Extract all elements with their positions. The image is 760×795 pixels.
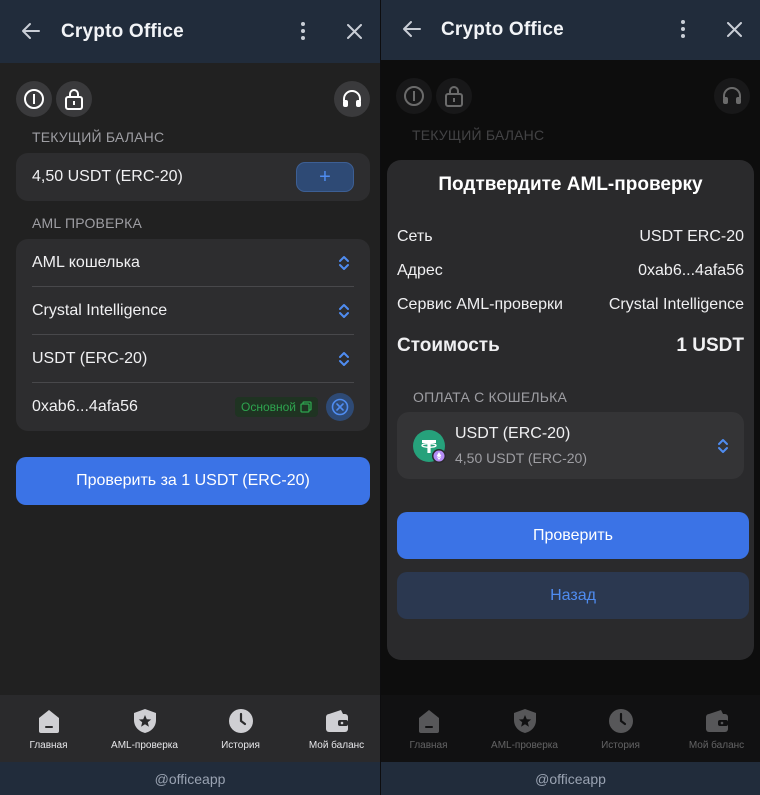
payment-wallet-select[interactable]: USDT (ERC-20) 4,50 USDT (ERC-20)	[397, 412, 744, 479]
confirm-screen: Crypto Office ТЕКУЩИЙ БАЛАНС Главная AML…	[381, 0, 760, 795]
chevron-updown-icon[interactable]	[338, 254, 350, 272]
app-header: Crypto Office	[381, 0, 760, 60]
cost-value: 1 USDT	[676, 335, 744, 356]
bottom-nav: Главная AML-проверка История Мой баланс	[0, 695, 380, 762]
payment-label: ОПЛАТА С КОШЕЛЬКА	[413, 389, 568, 405]
cost-key: Стоимость	[397, 335, 500, 356]
close-icon[interactable]	[347, 24, 362, 39]
info-icon	[24, 89, 44, 109]
support-button[interactable]	[334, 81, 370, 117]
main-screen: Crypto Office ТЕКУЩИЙ БАЛАНС 4,50 USDT (…	[0, 0, 380, 795]
wallet-balance: 4,50 USDT (ERC-20)	[455, 450, 588, 466]
more-vertical-icon[interactable]	[298, 21, 308, 41]
main-content: ТЕКУЩИЙ БАЛАНС 4,50 USDT (ERC-20) + AML …	[0, 63, 380, 695]
app-title: Crypto Office	[441, 19, 564, 40]
separator	[32, 382, 354, 383]
app-header: Crypto Office	[0, 0, 380, 63]
balance-label: ТЕКУЩИЙ БАЛАНС	[32, 129, 165, 145]
more-vertical-icon[interactable]	[678, 19, 688, 39]
copy-icon	[300, 401, 312, 413]
app-title: Crypto Office	[61, 21, 184, 42]
address-row: Адрес 0xab6...4afa56	[397, 262, 744, 280]
clear-icon	[331, 398, 349, 416]
home-icon	[38, 710, 59, 733]
aml-type-select[interactable]: AML кошелька	[32, 254, 140, 272]
nav-label: История	[221, 740, 260, 751]
footer: @officeapp	[381, 762, 760, 795]
badge-label: Основной	[241, 400, 297, 414]
tether-icon	[413, 430, 446, 463]
clock-icon	[228, 709, 253, 733]
chevron-updown-icon[interactable]	[717, 437, 729, 455]
back-button[interactable]: Назад	[397, 572, 749, 619]
wallet-icon	[325, 710, 348, 732]
chevron-updown-icon[interactable]	[338, 350, 350, 368]
nav-label: AML-проверка	[111, 740, 178, 751]
network-key: Сеть	[397, 228, 433, 245]
nav-item-balance[interactable]: Мой баланс	[289, 695, 380, 762]
nav-item-home[interactable]: Главная	[1, 695, 96, 762]
nav-item-history[interactable]: История	[193, 695, 288, 762]
nav-label: Мой баланс	[308, 740, 365, 751]
footer: @officeapp	[0, 762, 380, 795]
confirm-aml-modal: Подтвердите AML-проверку Сеть USDT ERC-2…	[387, 160, 754, 660]
network-row: Сеть USDT ERC-20	[397, 228, 744, 246]
network-value: USDT ERC-20	[639, 228, 744, 245]
balance-card: 4,50 USDT (ERC-20) +	[16, 153, 370, 201]
lock-button[interactable]	[56, 81, 92, 117]
confirm-check-button[interactable]: Проверить	[397, 512, 749, 559]
close-icon[interactable]	[727, 22, 742, 37]
service-value: Crystal Intelligence	[608, 296, 744, 313]
primary-badge: Основной	[235, 397, 319, 417]
address-value: 0xab6...4afa56	[638, 262, 744, 279]
nav-label: Главная	[29, 740, 68, 751]
info-button[interactable]	[16, 81, 52, 117]
balance-value: 4,50 USDT (ERC-20)	[32, 168, 183, 185]
check-aml-button[interactable]: Проверить за 1 USDT (ERC-20)	[16, 457, 370, 505]
add-balance-button[interactable]: +	[296, 162, 354, 192]
modal-title: Подтвердите AML-проверку	[438, 174, 703, 195]
cost-row: Стоимость 1 USDT	[397, 335, 744, 357]
aml-label: AML ПРОВЕРКА	[32, 215, 143, 231]
service-row: Сервис AML-проверки Crystal Intelligence	[397, 296, 744, 314]
chevron-updown-icon[interactable]	[338, 302, 350, 320]
shield-star-icon	[133, 709, 156, 733]
clear-address-button[interactable]	[326, 393, 354, 421]
address-key: Адрес	[397, 262, 443, 279]
separator	[32, 286, 354, 287]
nav-item-aml[interactable]: AML-проверка	[97, 695, 192, 762]
separator	[32, 334, 354, 335]
aml-card: AML кошелька Crystal Intelligence USDT (…	[16, 239, 370, 431]
lock-icon	[65, 89, 83, 110]
headset-icon	[343, 90, 361, 107]
service-key: Сервис AML-проверки	[397, 296, 563, 313]
aml-service-select[interactable]: Crystal Intelligence	[32, 302, 167, 320]
address-value[interactable]: 0xab6...4afa56	[32, 398, 138, 416]
back-arrow-icon[interactable]	[402, 19, 422, 39]
back-arrow-icon[interactable]	[21, 21, 41, 41]
aml-network-select[interactable]: USDT (ERC-20)	[32, 350, 147, 368]
wallet-name: USDT (ERC-20)	[455, 425, 571, 442]
